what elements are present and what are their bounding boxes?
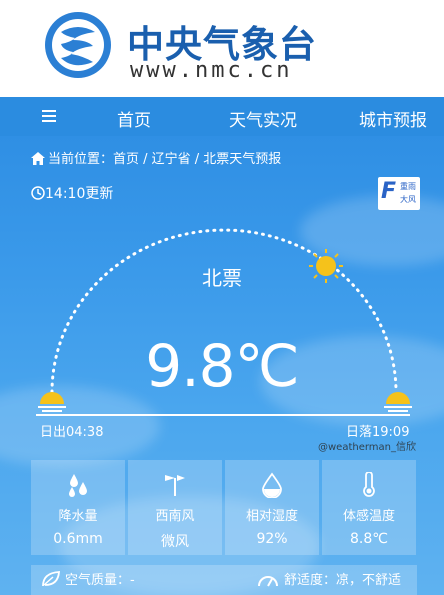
comfort-text: 舒适度：凉，不舒适 [284,573,402,588]
nav-item-city-forecast[interactable]: 城市预报 [359,106,427,131]
wind-vane-icon [165,475,185,496]
city-name: 北票 [202,266,242,290]
leaf-icon [42,571,60,587]
stat-value: 8.8℃ [350,531,388,547]
stat-card-humidity: 相对湿度 92% [225,460,319,555]
stat-label: 体感温度 [342,509,395,524]
stat-card-precipitation: 降水量 0.6mm [31,460,125,555]
stat-value: 92% [256,531,288,547]
thermometer-icon [363,472,375,497]
weather-panel: 当前位置：首页 / 辽宁省 / 北票天气预报 14:10更新 F 重雨 大风 北… [0,136,444,595]
sunrise-time: 日出04:38 [40,425,104,440]
weather-stats: 降水量 0.6mm 西南风 微风 相对湿度 92% 体感温度 8.8℃ [31,460,417,555]
nav-item-home[interactable]: 首页 [117,106,151,131]
site-header: 中央气象台 www.nmc.cn [0,0,444,97]
humidity-drop-icon [262,472,282,498]
top-nav: 首页 天气实况 城市预报 [0,97,444,136]
nav-item-observation[interactable]: 天气实况 [229,106,297,131]
watermark: @weatherman_信欣 [318,442,417,453]
air-quality-text: 空气质量：- [65,573,135,588]
stat-label: 相对湿度 [245,509,298,524]
stat-card-feels-like: 体感温度 8.8℃ [322,460,416,555]
stat-card-wind: 西南风 微风 [128,460,222,555]
comfort-gauge-icon [258,576,278,587]
site-url[interactable]: www.nmc.cn [130,58,292,83]
nmc-logo-icon[interactable] [43,10,113,80]
rain-drops-icon [69,474,87,497]
stat-label: 西南风 [155,509,195,524]
stat-label: 降水量 [58,509,98,524]
hamburger-menu-icon[interactable] [40,106,60,126]
air-comfort-bar: 空气质量：- 舒适度：凉，不舒适 [31,565,417,595]
stat-value: 微风 [161,534,189,550]
current-temperature: 9.8℃ [145,332,299,400]
stat-value: 0.6mm [53,531,103,547]
